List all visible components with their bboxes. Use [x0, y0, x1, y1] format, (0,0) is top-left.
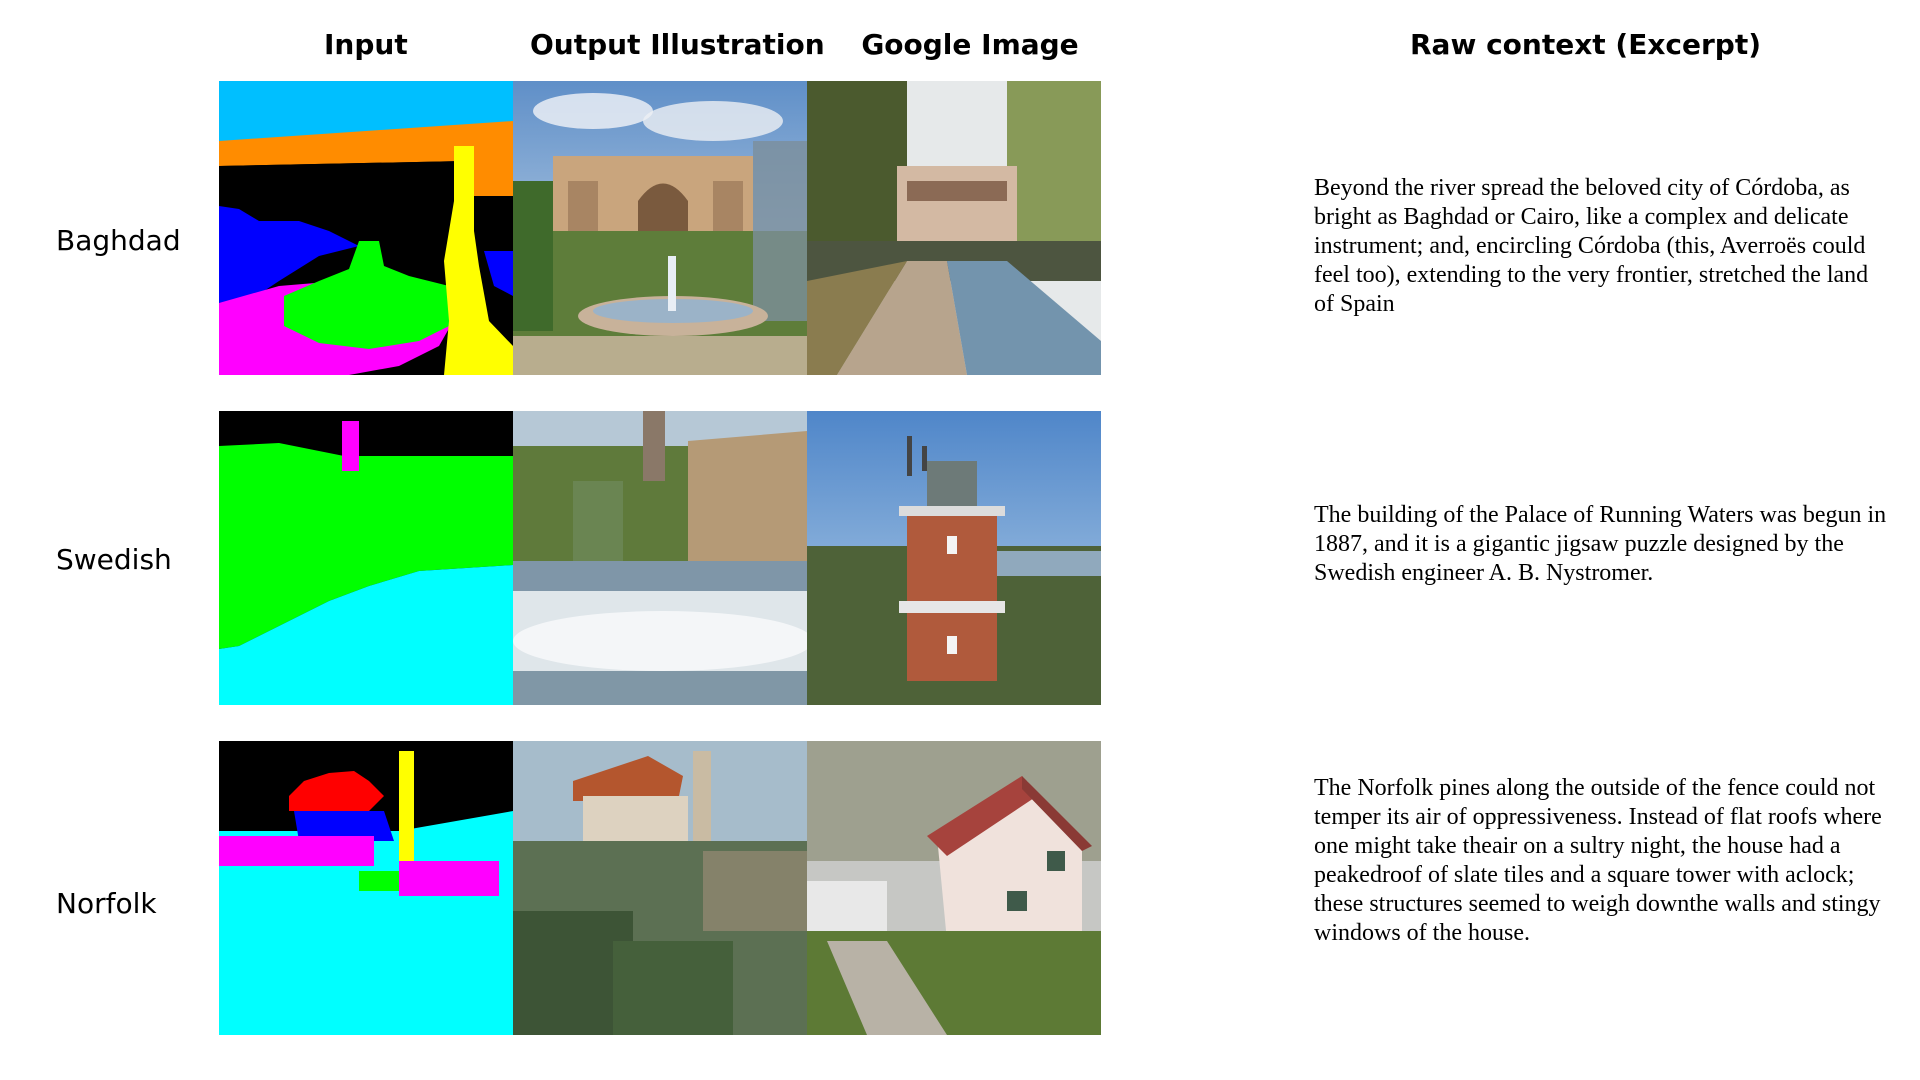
context-excerpt-swedish: The building of the Palace of Running Wa… [1314, 502, 1887, 586]
header-google-image: Google Image [861, 28, 1079, 61]
row-label-norfolk: Norfolk [56, 887, 157, 920]
row-label-baghdad: Baghdad [56, 224, 181, 257]
header-output-illustration: Output Illustration [530, 28, 825, 61]
header-input: Input [324, 28, 408, 61]
output-illustration-norfolk [513, 741, 807, 1035]
context-excerpt-norfolk: The Norfolk pines along the outside of t… [1314, 775, 1882, 946]
segmentation-input-baghdad [219, 81, 513, 375]
segmentation-input-norfolk [219, 741, 513, 1035]
header-raw-context: Raw context (Excerpt) [1410, 28, 1762, 61]
google-image-swedish [807, 411, 1101, 705]
context-excerpt-baghdad: Beyond the river spread the beloved city… [1314, 175, 1869, 317]
segmentation-input-swedish [219, 411, 513, 705]
row-label-swedish: Swedish [56, 543, 172, 576]
google-image-baghdad [807, 81, 1101, 375]
google-image-norfolk [807, 741, 1101, 1035]
output-illustration-swedish [513, 411, 807, 705]
output-illustration-baghdad [513, 81, 807, 375]
